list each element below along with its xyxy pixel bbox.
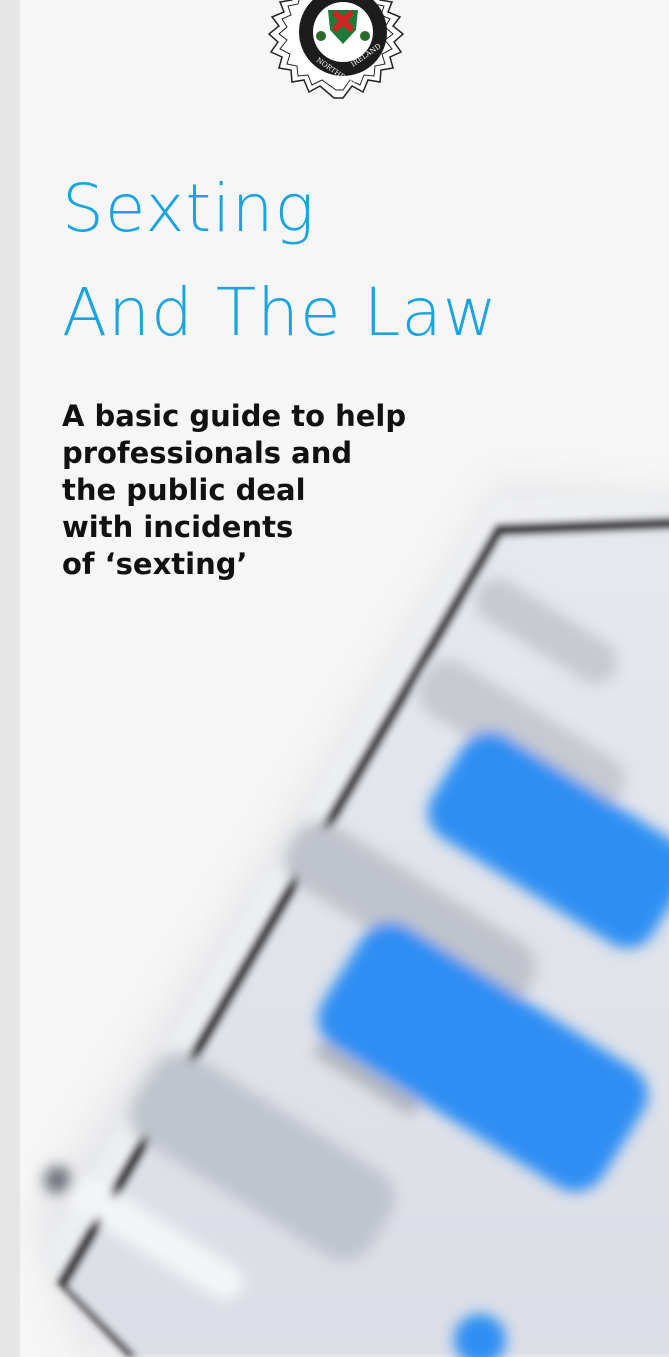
title-line-1: Sexting [62,170,316,247]
title-line-2: And The Law [62,274,498,351]
police-crest-logo: NORTHERN IRELAND [267,0,405,99]
subtitle-line: A basic guide to help [62,399,407,433]
phone-image [20,440,669,1357]
leaflet-cover: NORTHERN IRELAND Sexting And The Law A b… [20,0,669,1357]
